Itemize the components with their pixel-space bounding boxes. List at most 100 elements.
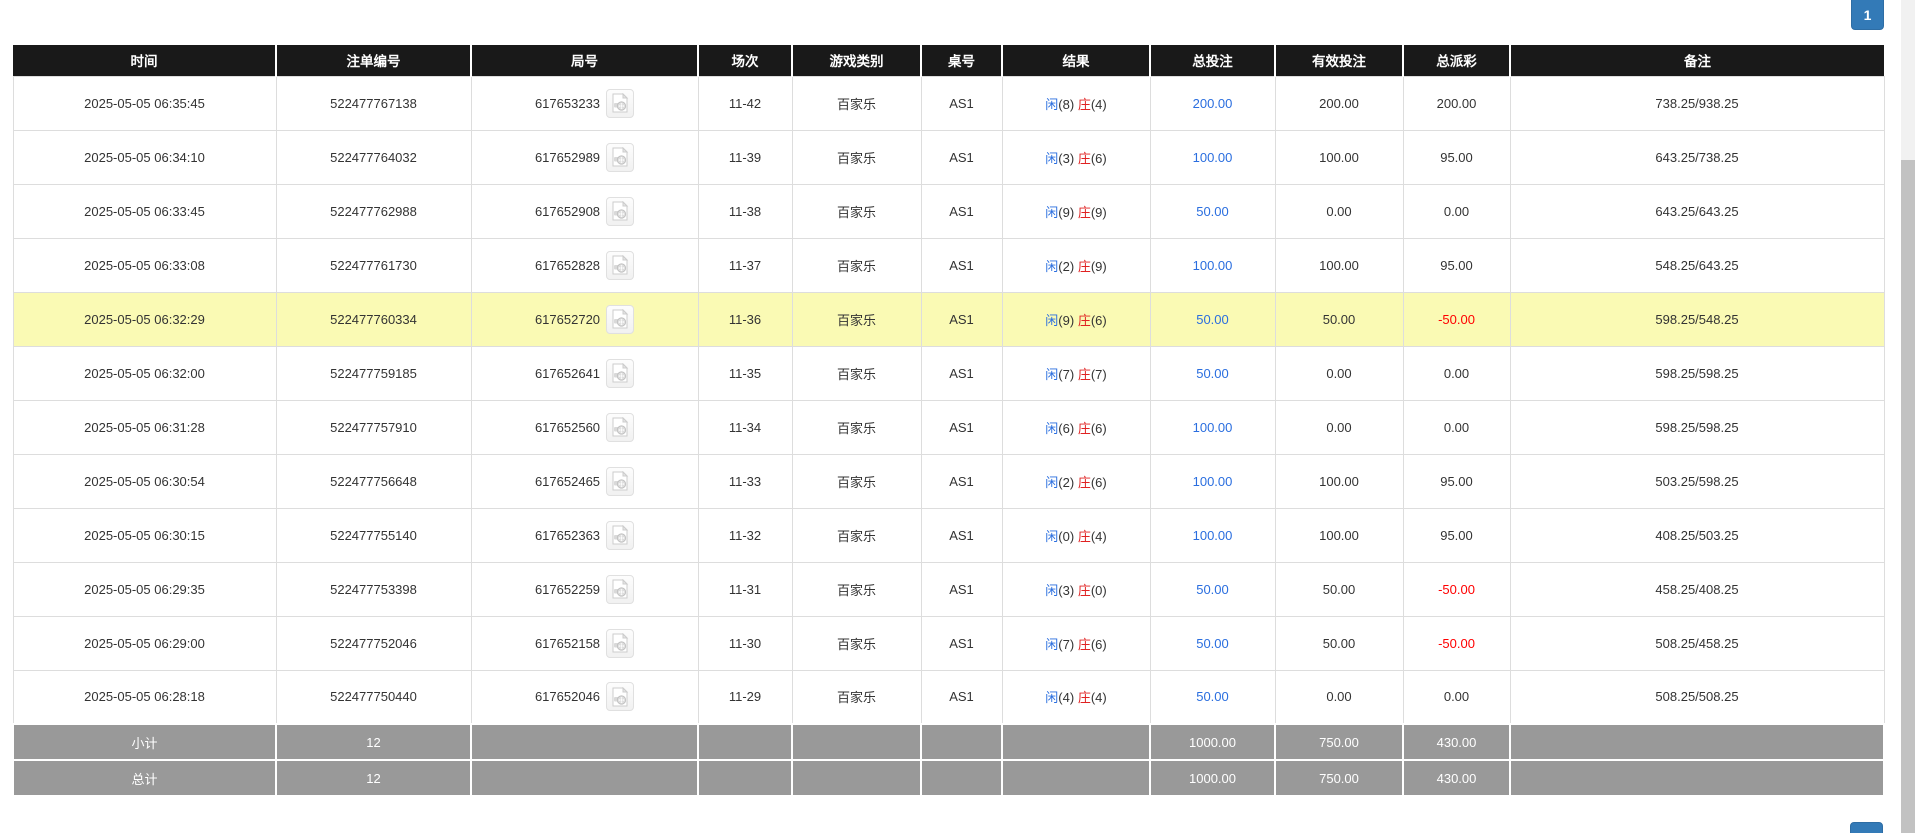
cell-payout: -50.00 — [1403, 616, 1510, 670]
video-file-icon — [611, 633, 629, 653]
cell-table-no: AS1 — [921, 76, 1002, 130]
cell-session: 11-30 — [698, 616, 792, 670]
cell-remark: 643.25/643.25 — [1510, 184, 1884, 238]
round-id-text: 617653233 — [535, 96, 600, 111]
table-row: 2025-05-05 06:35:45 522477767138 6176532… — [13, 76, 1884, 130]
cell-time: 2025-05-05 06:35:45 — [13, 76, 276, 130]
pagination-page-1-button[interactable]: 1 — [1851, 0, 1884, 30]
result-banker-score: (4) — [1091, 690, 1107, 705]
total-bet-link[interactable]: 50.00 — [1196, 204, 1229, 219]
round-id-text: 617652560 — [535, 420, 600, 435]
cell-table-no: AS1 — [921, 184, 1002, 238]
result-player-label: 闲 — [1045, 637, 1058, 652]
total-bet-link[interactable]: 100.00 — [1193, 420, 1233, 435]
cell-game-type: 百家乐 — [792, 616, 921, 670]
cell-total-bet: 50.00 — [1150, 346, 1275, 400]
result-player-score: (9) — [1058, 313, 1074, 328]
footer-total-bet: 1000.00 — [1150, 724, 1275, 760]
cell-total-bet: 50.00 — [1150, 292, 1275, 346]
cell-remark: 458.25/408.25 — [1510, 562, 1884, 616]
video-replay-button[interactable] — [606, 305, 634, 334]
cell-remark: 548.25/643.25 — [1510, 238, 1884, 292]
cell-remark: 598.25/598.25 — [1510, 400, 1884, 454]
total-bet-link[interactable]: 50.00 — [1196, 312, 1229, 327]
cell-bet-id: 522477755140 — [276, 508, 471, 562]
video-replay-button[interactable] — [606, 143, 634, 172]
result-player-label: 闲 — [1045, 583, 1058, 598]
round-id-text: 617652989 — [535, 150, 600, 165]
total-bet-link[interactable]: 100.00 — [1193, 528, 1233, 543]
total-bet-link[interactable]: 200.00 — [1193, 96, 1233, 111]
video-replay-button[interactable] — [606, 629, 634, 658]
video-replay-button[interactable] — [606, 251, 634, 280]
cell-bet-id: 522477761730 — [276, 238, 471, 292]
cell-round-id: 617652908 — [471, 184, 698, 238]
result-banker-score: (6) — [1091, 151, 1107, 166]
column-header-table-no: 桌号 — [921, 45, 1002, 76]
total-bet-link[interactable]: 50.00 — [1196, 689, 1229, 704]
pagination-bottom-button[interactable] — [1850, 822, 1883, 833]
scrollbar-thumb[interactable] — [1901, 160, 1915, 833]
result-player-score: (7) — [1058, 367, 1074, 382]
cell-total-bet: 100.00 — [1150, 400, 1275, 454]
cell-bet-id: 522477762988 — [276, 184, 471, 238]
total-bet-link[interactable]: 50.00 — [1196, 636, 1229, 651]
video-replay-button[interactable] — [606, 467, 634, 496]
cell-bet-id: 522477756648 — [276, 454, 471, 508]
cell-session: 11-32 — [698, 508, 792, 562]
round-id-text: 617652259 — [535, 582, 600, 597]
video-replay-button[interactable] — [606, 413, 634, 442]
result-player-label: 闲 — [1045, 205, 1058, 220]
cell-round-id: 617652828 — [471, 238, 698, 292]
table-row: 2025-05-05 06:33:08 522477761730 6176528… — [13, 238, 1884, 292]
cell-bet-id: 522477753398 — [276, 562, 471, 616]
cell-payout: 95.00 — [1403, 454, 1510, 508]
table-row: 2025-05-05 06:29:00 522477752046 6176521… — [13, 616, 1884, 670]
cell-bet-id: 522477750440 — [276, 670, 471, 724]
scrollbar-track[interactable] — [1901, 0, 1915, 833]
cell-round-id: 617652465 — [471, 454, 698, 508]
table-row: 2025-05-05 06:32:29 522477760334 6176527… — [13, 292, 1884, 346]
table-row: 2025-05-05 06:32:00 522477759185 6176526… — [13, 346, 1884, 400]
cell-table-no: AS1 — [921, 130, 1002, 184]
cell-total-bet: 50.00 — [1150, 184, 1275, 238]
cell-total-bet: 50.00 — [1150, 562, 1275, 616]
cell-result: 闲(4) 庄(4) — [1002, 670, 1150, 724]
cell-payout: 95.00 — [1403, 238, 1510, 292]
result-player-score: (9) — [1058, 205, 1074, 220]
result-player-label: 闲 — [1045, 151, 1058, 166]
video-replay-button[interactable] — [606, 521, 634, 550]
cell-time: 2025-05-05 06:30:15 — [13, 508, 276, 562]
cell-total-bet: 100.00 — [1150, 238, 1275, 292]
result-banker-score: (9) — [1091, 205, 1107, 220]
cell-round-id: 617652158 — [471, 616, 698, 670]
result-player-score: (2) — [1058, 475, 1074, 490]
total-bet-link[interactable]: 100.00 — [1193, 150, 1233, 165]
result-banker-label: 庄 — [1078, 583, 1091, 598]
result-player-score: (4) — [1058, 690, 1074, 705]
video-replay-button[interactable] — [606, 359, 634, 388]
total-bet-link[interactable]: 100.00 — [1193, 258, 1233, 273]
round-id-text: 617652641 — [535, 366, 600, 381]
cell-time: 2025-05-05 06:34:10 — [13, 130, 276, 184]
video-replay-button[interactable] — [606, 197, 634, 226]
result-player-label: 闲 — [1045, 690, 1058, 705]
total-bet-link[interactable]: 100.00 — [1193, 474, 1233, 489]
footer-valid-bet: 750.00 — [1275, 760, 1403, 796]
total-bet-link[interactable]: 50.00 — [1196, 366, 1229, 381]
result-player-label: 闲 — [1045, 313, 1058, 328]
cell-remark: 598.25/598.25 — [1510, 346, 1884, 400]
cell-bet-id: 522477757910 — [276, 400, 471, 454]
total-bet-link[interactable]: 50.00 — [1196, 582, 1229, 597]
cell-bet-id: 522477764032 — [276, 130, 471, 184]
footer-payout: 430.00 — [1403, 724, 1510, 760]
video-replay-button[interactable] — [606, 682, 634, 711]
video-file-icon — [611, 363, 629, 383]
table-row: 2025-05-05 06:30:15 522477755140 6176523… — [13, 508, 1884, 562]
video-file-icon — [611, 309, 629, 329]
video-replay-button[interactable] — [606, 575, 634, 604]
cell-table-no: AS1 — [921, 508, 1002, 562]
column-header-remark: 备注 — [1510, 45, 1884, 76]
table-row: 2025-05-05 06:30:54 522477756648 6176524… — [13, 454, 1884, 508]
video-replay-button[interactable] — [606, 89, 634, 118]
